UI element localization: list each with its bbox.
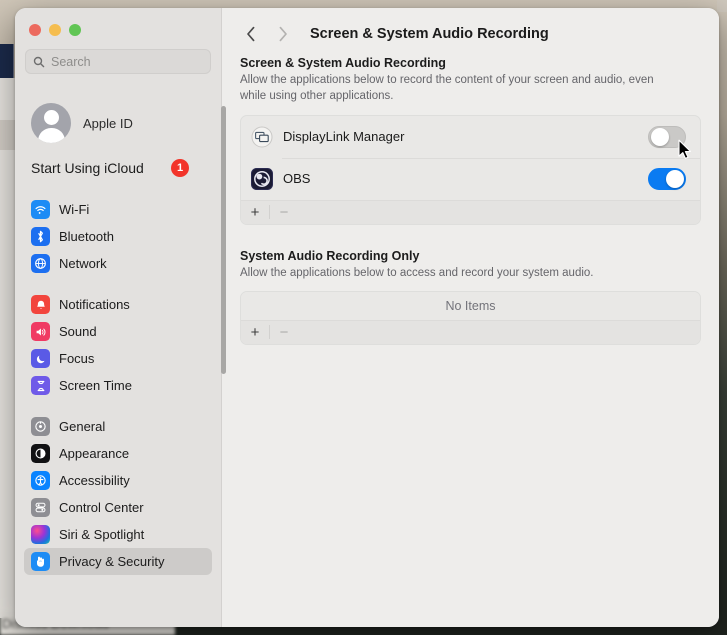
toggle-knob [650,128,669,147]
list-item[interactable]: DisplayLink Manager [241,116,700,158]
remove-app-button[interactable]: − [270,201,298,224]
sidebar-item-label: Siri & Spotlight [59,527,145,542]
search-input[interactable] [51,54,203,69]
app-name: OBS [283,171,311,187]
sidebar-item-wi-fi[interactable]: Wi-Fi [24,196,212,223]
empty-state-label: No Items [241,291,700,320]
sidebar-group-general: General Appearance Accessibility Control… [15,413,221,575]
sidebar-scrollbar[interactable] [221,106,226,374]
moon-icon [31,349,50,368]
control-center-icon [31,498,50,517]
sidebar-item-apple-id[interactable]: Apple ID [15,94,221,146]
section-description: Allow the applications below to record t… [240,74,654,103]
sidebar-item-appearance[interactable]: Appearance [24,440,212,467]
section-title: System Audio Recording Only [240,248,420,263]
accessibility-icon [31,471,50,490]
toolbar: Screen & System Audio Recording [238,8,701,56]
sidebar-item-control-center[interactable]: Control Center [24,494,212,521]
main-content: Screen & System Audio Recording Screen &… [222,8,719,627]
sidebar-item-label: Screen Time [59,378,132,393]
list-footer: + − [241,199,700,224]
section-screen-audio-recording: Screen & System Audio Recording Allow th… [238,56,701,225]
system-settings-window: Apple ID Start Using iCloud 1 Wi-Fi [15,8,719,627]
speaker-icon [31,322,50,341]
toggle-knob [665,170,684,189]
page-title: Screen & System Audio Recording [310,26,549,42]
hourglass-icon [31,376,50,395]
network-globe-icon [31,254,50,273]
chevron-left-icon [247,26,255,42]
sidebar-item-bluetooth[interactable]: Bluetooth [24,223,212,250]
sidebar-group-system: Notifications Sound Focus Screen Time [15,291,221,399]
sidebar-item-notifications[interactable]: Notifications [24,291,212,318]
sidebar-item-label: Privacy & Security [59,554,165,569]
sidebar-item-label: Notifications [59,297,130,312]
sidebar-item-label: Sound [59,324,97,339]
siri-icon [31,525,50,544]
sidebar-item-label: Control Center [59,500,144,515]
toggle-obs[interactable] [648,167,686,190]
sidebar: Apple ID Start Using iCloud 1 Wi-Fi [15,8,226,627]
sidebar-item-label: Bluetooth [59,229,114,244]
sidebar-scroll-area: Apple ID Start Using iCloud 1 Wi-Fi Blue… [15,94,221,613]
displaylink-icon [251,126,273,148]
wifi-icon [31,200,50,219]
search-container [15,36,221,74]
zoom-button[interactable] [69,24,81,36]
bluetooth-icon [31,227,50,246]
section-description: Allow the applications below to access a… [240,266,594,279]
sidebar-item-label: Focus [59,351,95,366]
search-icon [33,56,45,67]
sidebar-item-screen-time[interactable]: Screen Time [24,372,212,399]
section-title: Screen & System Audio Recording [240,56,446,70]
list-item[interactable]: OBS [241,157,700,200]
person-avatar-icon [31,103,71,143]
apple-id-label: Apple ID [83,115,133,131]
sidebar-item-start-using-icloud[interactable]: Start Using iCloud 1 [25,154,211,182]
window-controls [15,8,221,36]
sidebar-item-sound[interactable]: Sound [24,318,212,345]
close-button[interactable] [29,24,41,36]
background-window-edge [0,44,14,78]
forward-button[interactable] [270,21,296,47]
app-name: DisplayLink Manager [283,129,405,145]
privacy-hand-icon [31,552,50,571]
minimize-button[interactable] [49,24,61,36]
sidebar-item-siri-spotlight[interactable]: Siri & Spotlight [24,521,212,548]
sidebar-item-network[interactable]: Network [24,250,212,277]
sidebar-group-network: Wi-Fi Bluetooth Network [15,196,221,277]
list-footer: + − [241,319,700,344]
section-system-audio-only: System Audio Recording Only Allow the ap… [238,249,701,345]
sidebar-item-label: Accessibility [59,473,130,488]
add-app-button[interactable]: + [241,201,269,224]
appearance-contrast-icon [31,444,50,463]
sidebar-item-general[interactable]: General [24,413,212,440]
sidebar-item-privacy-security[interactable]: Privacy & Security [24,548,212,575]
remove-app-button[interactable]: − [270,321,298,344]
sidebar-item-label: Wi-Fi [59,202,90,217]
back-button[interactable] [238,21,264,47]
search-box[interactable] [25,49,211,74]
icloud-label: Start Using iCloud [31,160,144,176]
toggle-displaylink-manager[interactable] [648,125,686,148]
chevron-right-icon [279,26,287,42]
sidebar-item-label: General [59,419,106,434]
sidebar-item-label: Appearance [59,446,130,461]
sidebar-item-focus[interactable]: Focus [24,345,212,372]
sidebar-item-label: Network [59,256,107,271]
add-app-button[interactable]: + [241,321,269,344]
obs-icon [251,167,273,190]
bell-icon [31,295,50,314]
system-audio-list: No Items + − [240,290,701,345]
gear-icon [31,417,50,436]
sidebar-item-accessibility[interactable]: Accessibility [24,467,212,494]
status-badge: 1 [171,159,189,177]
app-permission-list: DisplayLink Manager OBS + − [240,114,701,225]
